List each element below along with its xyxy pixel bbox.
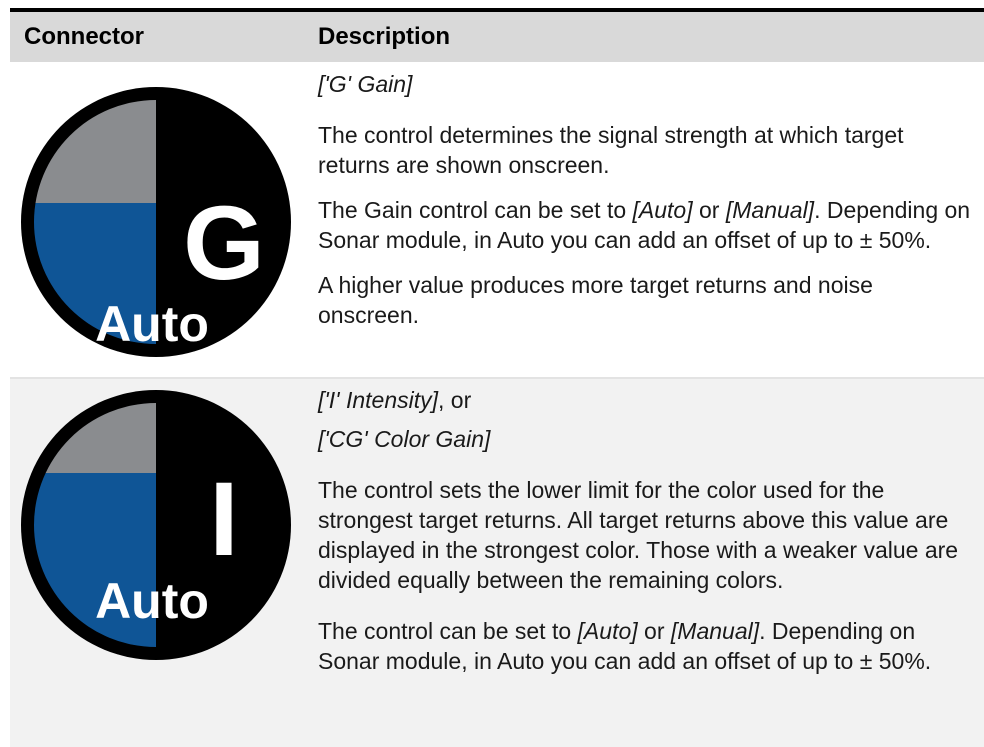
gain-para-1: The control determines the signal streng… (318, 122, 904, 178)
connector-cell-intensity: I Auto (10, 377, 296, 747)
connector-cell-gain: G Auto (10, 62, 296, 377)
dial-grey-quadrant (34, 100, 156, 203)
description-cell-gain: ['G' Gain] The control determines the si… (296, 62, 984, 377)
dial-letter: I (209, 461, 238, 578)
dial-mode-label: Auto (95, 573, 209, 629)
table-header-row: Connector Description (10, 12, 984, 62)
controls-table: Connector Description G Auto ['G' Gain] (10, 8, 984, 747)
intensity-para-1: The control sets the lower limit for the… (318, 477, 959, 593)
description-cell-intensity: ['I' Intensity], or ['CG' Color Gain] Th… (296, 377, 984, 747)
table-row-intensity: I Auto ['I' Intensity], or ['CG' Color G… (10, 377, 984, 747)
dial-letter: G (183, 185, 265, 302)
intensity-para-2: The control can be set to [Auto] or [Man… (318, 618, 932, 674)
intensity-auto-icon: I Auto (21, 390, 291, 660)
gain-title: ['G' Gain] (318, 71, 413, 97)
table-row-gain: G Auto ['G' Gain] The control determines… (10, 62, 984, 377)
intensity-title-1: ['I' Intensity], or (318, 387, 472, 413)
gain-para-2: The Gain control can be set to [Auto] or… (318, 197, 971, 253)
dial-mode-label: Auto (95, 296, 209, 352)
intensity-title-2: ['CG' Color Gain] (318, 426, 491, 452)
gain-auto-icon: G Auto (21, 87, 291, 357)
gain-para-3: A higher value produces more target retu… (318, 272, 873, 328)
header-connector: Connector (24, 23, 144, 50)
header-description: Description (318, 23, 451, 50)
